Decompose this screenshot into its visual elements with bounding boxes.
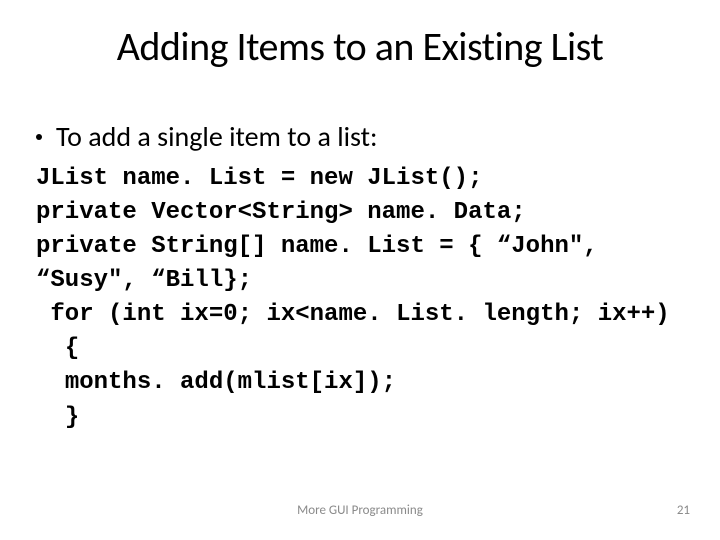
page-number: 21	[677, 503, 690, 518]
bullet-text: To add a single item to a list:	[56, 119, 378, 154]
bullet-dot-icon	[36, 134, 42, 140]
code-line-5: {	[36, 335, 79, 362]
slide-title: Adding Items to an Existing List	[0, 22, 720, 71]
code-line-3: private String[] name. List = { “John", …	[36, 233, 612, 294]
footer-text: More GUI Programming	[0, 503, 720, 518]
code-line-2: private Vector<String> name. Data;	[36, 199, 526, 226]
slide: Adding Items to an Existing List To add …	[0, 0, 720, 540]
bullet-item: To add a single item to a list:	[36, 120, 686, 154]
code-line-7: }	[36, 404, 79, 431]
code-line-4: for (int ix=0; ix<name. List. length; ix…	[36, 301, 670, 328]
code-block: JList name. List = new JList(); private …	[36, 162, 696, 435]
code-line-1: JList name. List = new JList();	[36, 165, 482, 192]
code-line-6: months. add(mlist[ix]);	[36, 369, 396, 396]
